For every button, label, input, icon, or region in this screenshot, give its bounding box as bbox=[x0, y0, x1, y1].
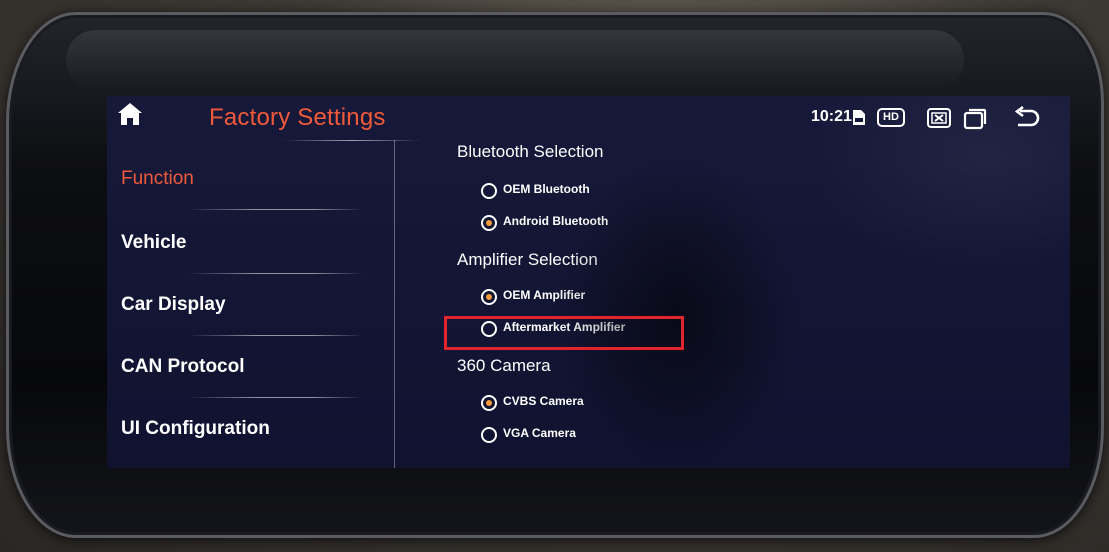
back-icon[interactable] bbox=[1012, 106, 1040, 130]
section-title-bluetooth: Bluetooth Selection bbox=[457, 142, 604, 161]
sidebar-item-label: Vehicle bbox=[121, 232, 187, 253]
sidebar-item-label: Function bbox=[121, 168, 194, 189]
sidebar-item-label: CAN Protocol bbox=[121, 356, 245, 377]
sidebar-item-label: UI Configuration bbox=[121, 418, 270, 439]
section-title-360-camera: 360 Camera bbox=[457, 356, 551, 375]
sidebar-item-ui-configuration[interactable]: UI Configuration bbox=[107, 398, 394, 460]
settings-panel: Bluetooth Selection OEM Bluetooth Androi… bbox=[395, 140, 1070, 468]
sd-card-icon bbox=[853, 110, 865, 125]
radio-button[interactable] bbox=[481, 183, 497, 199]
radio-button[interactable] bbox=[481, 395, 497, 411]
close-app-icon[interactable] bbox=[927, 108, 951, 128]
highlight-annotation-box bbox=[444, 316, 684, 350]
top-bar: Factory Settings 10:21 HD bbox=[107, 96, 1070, 140]
sidebar-item-label: Car Display bbox=[121, 294, 226, 315]
page-title: Factory Settings bbox=[209, 104, 386, 131]
display-screen: Factory Settings 10:21 HD Function Vehic bbox=[107, 96, 1070, 468]
clock: 10:21 bbox=[811, 108, 852, 125]
hd-badge: HD bbox=[877, 108, 905, 127]
menu-divider bbox=[187, 209, 364, 210]
option-label: Android Bluetooth bbox=[503, 214, 609, 228]
radio-button[interactable] bbox=[481, 289, 497, 305]
option-label: OEM Amplifier bbox=[503, 288, 586, 302]
section-title-amplifier: Amplifier Selection bbox=[457, 250, 598, 269]
sidebar-menu: Function Vehicle Car Display CAN Protoco… bbox=[107, 140, 394, 468]
sidebar-item-car-display[interactable]: Car Display bbox=[107, 274, 394, 336]
option-label: VGA Camera bbox=[503, 426, 576, 440]
sidebar-item-vehicle[interactable]: Vehicle bbox=[107, 212, 394, 274]
window-icon[interactable] bbox=[963, 108, 987, 130]
sidebar-item-can-protocol[interactable]: CAN Protocol bbox=[107, 336, 394, 398]
radio-button[interactable] bbox=[481, 427, 497, 443]
option-label: OEM Bluetooth bbox=[503, 182, 590, 196]
home-icon[interactable] bbox=[117, 102, 143, 126]
radio-button[interactable] bbox=[481, 215, 497, 231]
option-label: CVBS Camera bbox=[503, 394, 584, 408]
sidebar-item-function[interactable]: Function bbox=[107, 148, 394, 210]
